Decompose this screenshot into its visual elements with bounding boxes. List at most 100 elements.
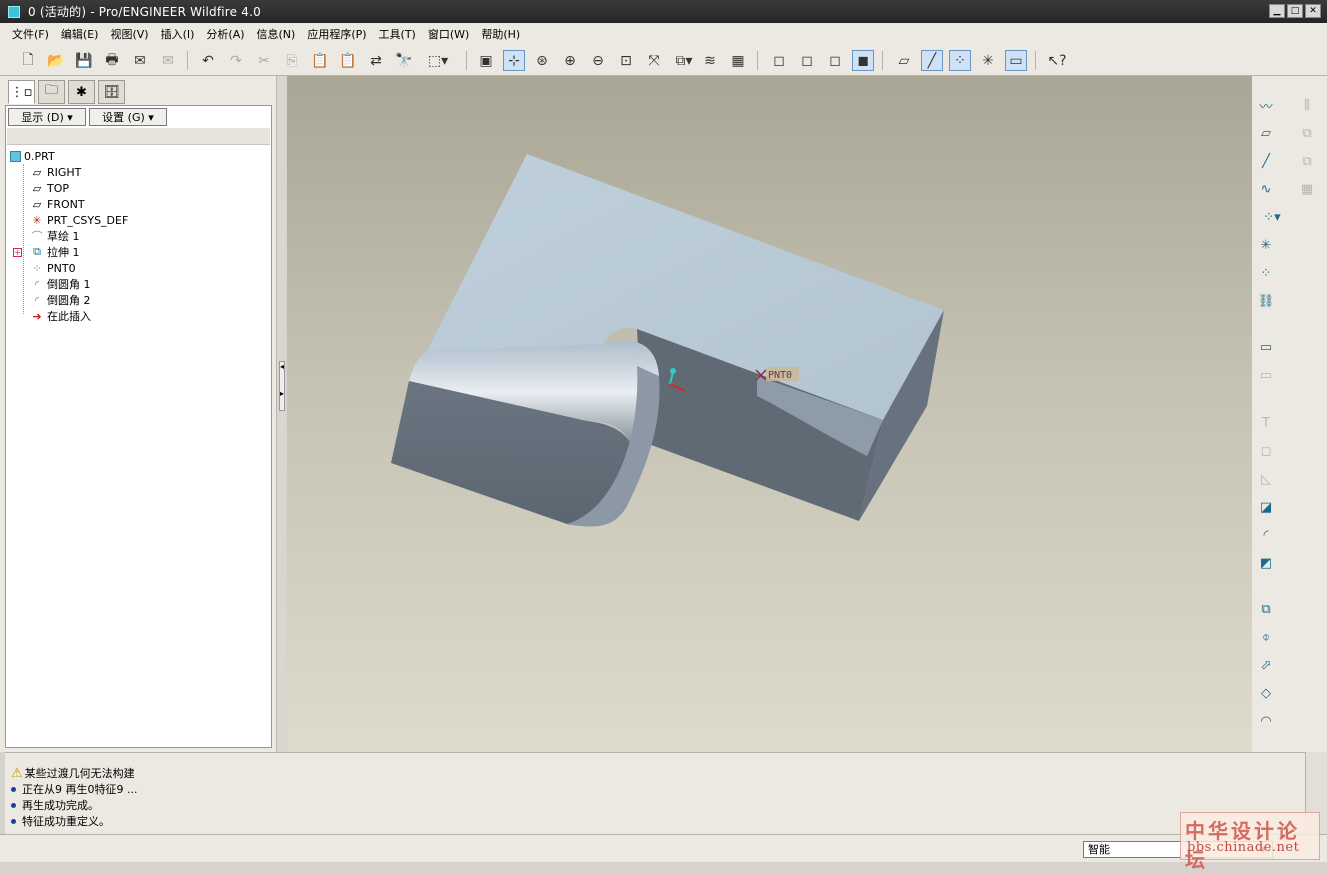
tree-item-round-1[interactable]: ◜ 倒圆角 1 [6, 276, 271, 292]
link-icon[interactable]: ⛓ [1255, 290, 1277, 312]
cut-icon[interactable]: ✂ [253, 50, 275, 71]
tree-item-part[interactable]: 0.PRT [6, 148, 271, 164]
no-hidden-icon[interactable]: ◻ [824, 50, 846, 71]
zoom-out-icon[interactable]: ⊖ [587, 50, 609, 71]
orient-mode-icon[interactable]: ⊛ [531, 50, 553, 71]
annotation-feature-icon[interactable]: ▭ [1255, 336, 1277, 358]
undo-icon[interactable]: ↶ [197, 50, 219, 71]
merge-icon[interactable]: ⧉ [1296, 122, 1318, 144]
menu-file[interactable]: 文件(F) [6, 26, 55, 42]
datum-point-display-icon[interactable]: ⁘ [949, 50, 971, 71]
message-text: 正在从9 再生0特征9 ... [22, 783, 138, 796]
menu-applications[interactable]: 应用程序(P) [301, 26, 372, 42]
csys-tool-icon[interactable]: ✳ [1255, 234, 1277, 256]
settings-dropdown[interactable]: 设置 (G) ▾ [89, 108, 167, 126]
display-dropdown[interactable]: 显示 (D) ▾ [8, 108, 86, 126]
model-view[interactable]: PNT0 [287, 76, 1252, 752]
tab-model-tree[interactable]: ⋮▫ [8, 80, 35, 104]
view-manager-icon[interactable]: ▦ [727, 50, 749, 71]
datum-axis-display-icon[interactable]: ╱ [921, 50, 943, 71]
save-icon[interactable]: 💾 [73, 50, 95, 71]
open-folder-icon[interactable]: 📂 [45, 50, 67, 71]
wireframe-icon[interactable]: ◻ [768, 50, 790, 71]
draft-icon[interactable]: ◪ [1255, 496, 1277, 518]
rib-icon[interactable]: ◺ [1255, 468, 1277, 490]
tab-connections[interactable]: 🗄 [98, 80, 125, 104]
reorient-icon[interactable]: ⤧ [643, 50, 665, 71]
datum-curve-icon[interactable]: ∿ [1255, 178, 1277, 200]
menu-help[interactable]: 帮助(H) [475, 26, 526, 42]
menu-info[interactable]: 信息(N) [251, 26, 302, 42]
tree-item-csys[interactable]: ✳ PRT_CSYS_DEF [6, 212, 271, 228]
tree-item-right[interactable]: ▱ RIGHT [6, 164, 271, 180]
tab-favorites[interactable]: ✱ [68, 80, 95, 104]
tree-item-sketch[interactable]: ⌒ 草绘 1 [6, 228, 271, 244]
refit-icon[interactable]: ⊡ [615, 50, 637, 71]
email-link-icon[interactable]: ✉ [157, 50, 179, 71]
layers-icon[interactable]: ≋ [699, 50, 721, 71]
panel-splitter[interactable]: ◂ ▸ [276, 76, 286, 752]
annotation-element-icon[interactable]: ▭ [1255, 364, 1277, 386]
print-icon[interactable]: 🖶 [101, 50, 123, 71]
find-icon[interactable]: 🔭 [393, 50, 415, 71]
minimize-button[interactable]: ▁ [1269, 4, 1285, 18]
repaint-icon[interactable]: ▣ [475, 50, 497, 71]
mirror-icon[interactable]: ⫼ [1296, 94, 1318, 116]
spin-center-icon[interactable]: ⊹ [503, 50, 525, 71]
tab-folder-browser[interactable]: 🗀 [38, 80, 65, 104]
collapse-panel-handle[interactable]: ◂ ▸ [279, 361, 285, 411]
menu-edit[interactable]: 编辑(E) [55, 26, 105, 42]
tree-item-round-2[interactable]: ◜ 倒圆角 2 [6, 292, 271, 308]
menu-tools[interactable]: 工具(T) [373, 26, 422, 42]
tree-item-insert-here[interactable]: ➔ 在此插入 [6, 308, 271, 324]
sweep-blend-icon[interactable]: ⬀ [1255, 654, 1277, 676]
revolve-icon[interactable]: ⌽ [1255, 626, 1277, 648]
menu-insert[interactable]: 插入(I) [155, 26, 201, 42]
csys-display-icon[interactable]: ✳ [977, 50, 999, 71]
paste-icon[interactable]: 📋 [309, 50, 331, 71]
shell-icon[interactable]: ◻ [1255, 440, 1277, 462]
analysis-feature-icon[interactable]: ⁘ [1255, 262, 1277, 284]
tree-item-extrude[interactable]: + ⧉ 拉伸 1 [6, 244, 271, 260]
boundary-blend-icon[interactable]: ◇ [1255, 682, 1277, 704]
maximize-button[interactable]: □ [1287, 4, 1303, 18]
trim-icon[interactable]: ⧉ [1296, 150, 1318, 172]
redo-icon[interactable]: ↷ [225, 50, 247, 71]
close-button[interactable]: ✕ [1305, 4, 1321, 18]
pattern-icon[interactable]: ▦ [1296, 178, 1318, 200]
zoom-in-icon[interactable]: ⊕ [559, 50, 581, 71]
tree-item-front[interactable]: ▱ FRONT [6, 196, 271, 212]
email-icon[interactable]: ✉ [129, 50, 151, 71]
message-line: 正在从9 再生0特征9 ... [11, 781, 137, 797]
folder-icon: 🗀 [44, 83, 58, 98]
hidden-line-icon[interactable]: ◻ [796, 50, 818, 71]
saved-views-icon[interactable]: ⧉▾ [671, 50, 697, 71]
chamfer-icon[interactable]: ◩ [1255, 552, 1277, 574]
copy-icon[interactable]: ⎘ [281, 50, 303, 71]
new-file-icon[interactable]: 🗋 [17, 50, 39, 71]
extrude-tool-icon[interactable]: ⧉ [1255, 598, 1277, 620]
context-help-icon[interactable]: ↖? [1046, 50, 1068, 71]
annotation-display-icon[interactable]: ▭ [1005, 50, 1027, 71]
datum-point-tool-icon[interactable]: ⁘▾ [1255, 206, 1289, 228]
tree-item-pnt0[interactable]: ⁘ PNT0 [6, 260, 271, 276]
style-icon[interactable]: ◠ [1255, 710, 1277, 732]
datum-sketch-icon[interactable]: 〰 [1255, 94, 1277, 116]
expand-icon[interactable]: + [13, 247, 22, 257]
menu-window[interactable]: 窗口(W) [422, 26, 475, 42]
datum-plane-tool-icon[interactable]: ▱ [1255, 122, 1277, 144]
selection-box-dropdown[interactable]: ⬚▾ [421, 50, 455, 71]
graphics-window[interactable]: PNT0 [287, 76, 1252, 752]
datum-axis-tool-icon[interactable]: ╱ [1255, 150, 1277, 172]
datum-plane-display-icon[interactable]: ▱ [893, 50, 915, 71]
connections-icon: 🗄 [103, 84, 120, 100]
paste-special-icon[interactable]: 📋 [337, 50, 359, 71]
menu-analysis[interactable]: 分析(A) [200, 26, 250, 42]
menu-view[interactable]: 视图(V) [104, 26, 154, 42]
shading-icon[interactable]: ◼ [852, 50, 874, 71]
round-tool-icon[interactable]: ◜ [1255, 524, 1277, 546]
message-warning: ⚠ 某些过渡几何无法构建 [11, 765, 135, 781]
hole-icon[interactable]: T [1255, 412, 1277, 434]
regenerate-icon[interactable]: ⇄ [365, 50, 387, 71]
tree-item-top[interactable]: ▱ TOP [6, 180, 271, 196]
